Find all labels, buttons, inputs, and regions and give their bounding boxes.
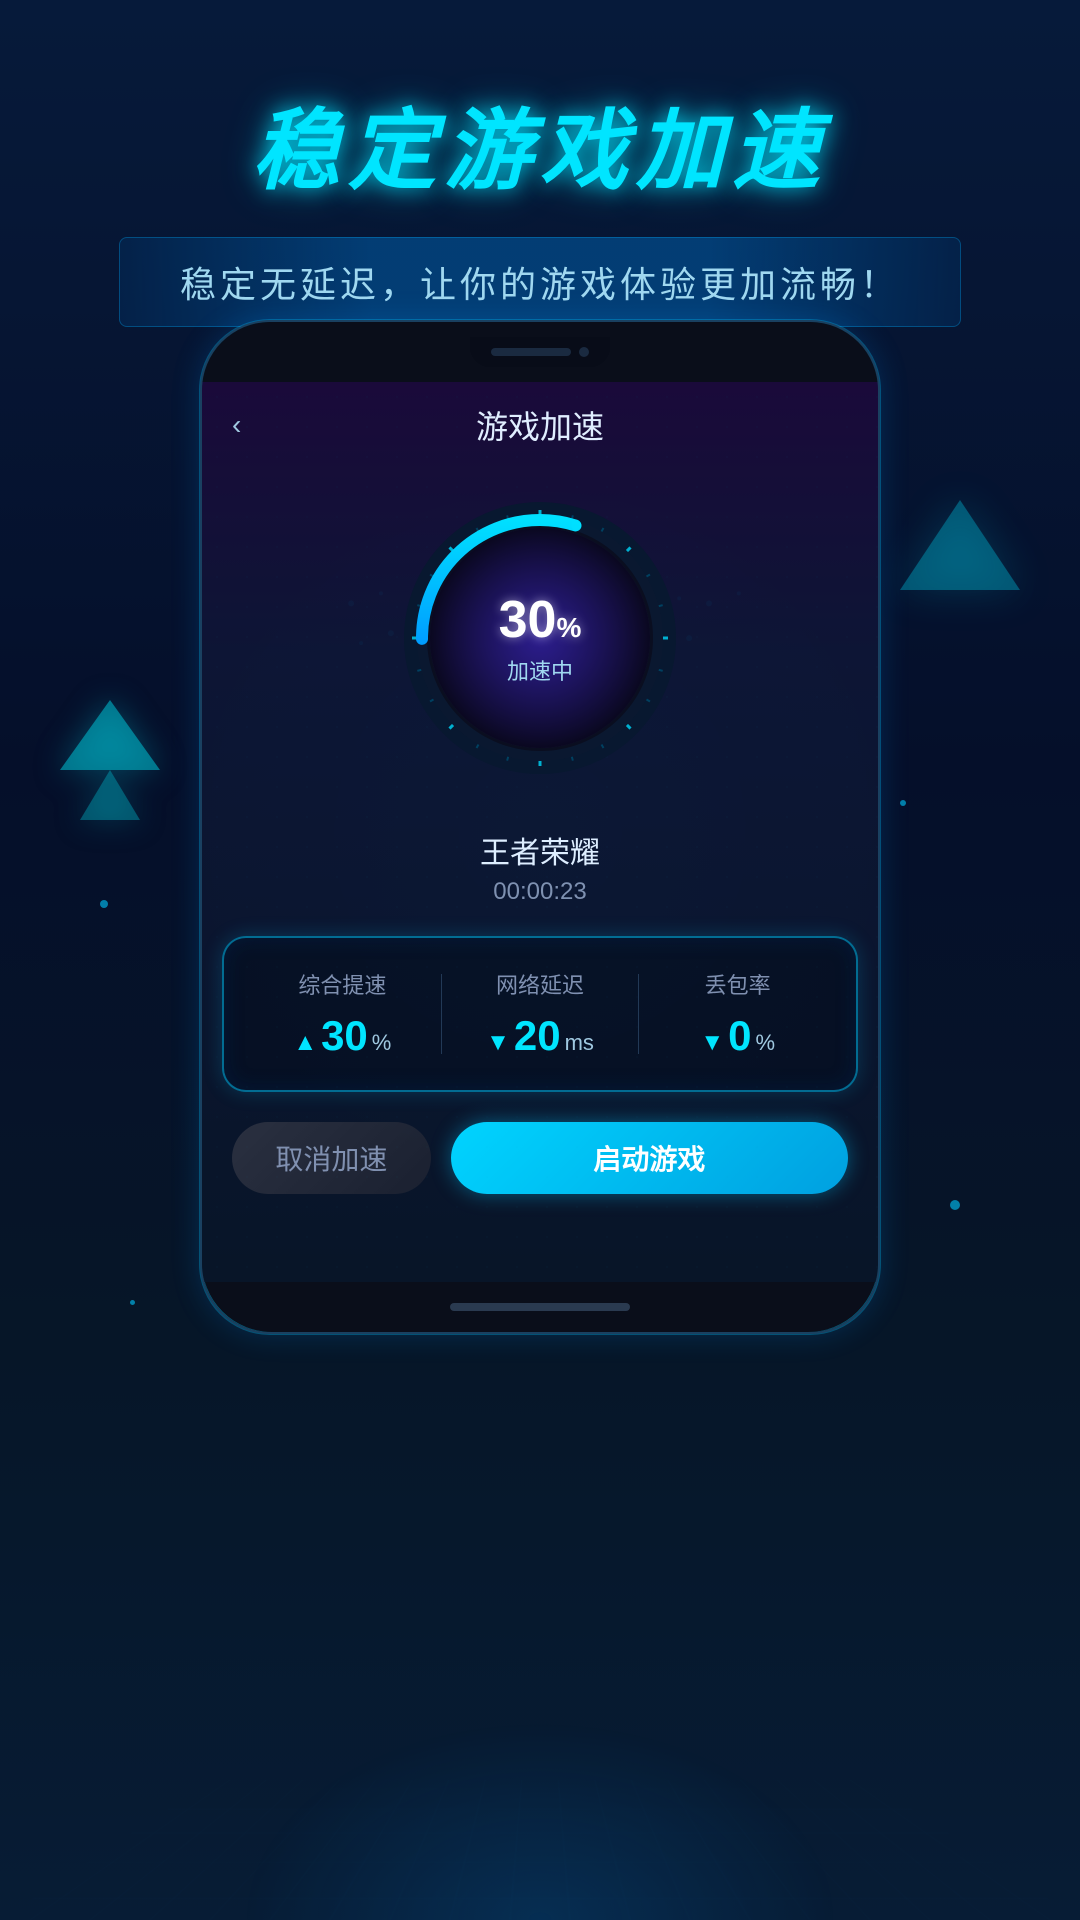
home-indicator — [202, 1282, 878, 1332]
phone-frame: ‹ 游戏加速 — [200, 320, 880, 1334]
phone-notch — [470, 337, 610, 367]
particle-3 — [950, 1200, 960, 1210]
speed-number: 30% — [499, 590, 582, 650]
title-section: 稳定游戏加速 稳定无延迟，让你的游戏体验更加流畅！ — [0, 0, 1080, 357]
phone-header: ‹ 游戏加速 — [202, 382, 878, 468]
arrow-left-decoration — [60, 700, 160, 770]
notch-bar — [491, 348, 571, 356]
back-button[interactable]: ‹ — [232, 409, 241, 441]
subtitle-text: 稳定无延迟，让你的游戏体验更加流畅！ — [180, 264, 900, 305]
particle-4 — [130, 1300, 135, 1305]
speedometer: 30% 加速中 — [390, 488, 690, 788]
background-grid — [0, 1780, 1080, 1920]
arrow-right-decoration — [900, 500, 1020, 590]
speed-status-label: 加速中 — [499, 654, 582, 686]
particle-2 — [900, 800, 906, 806]
phone-container: ‹ 游戏加速 — [200, 320, 880, 1334]
particle-1 — [100, 900, 108, 908]
speed-unit: % — [556, 612, 581, 643]
notch-dot — [579, 347, 589, 357]
speed-display: 30% 加速中 — [499, 590, 582, 686]
phone-notch-area — [202, 322, 878, 382]
speed-value: 30 — [499, 591, 557, 649]
phone-screen: ‹ 游戏加速 — [202, 382, 878, 1282]
home-bar — [450, 1303, 630, 1311]
speedometer-container: 30% 加速中 — [202, 468, 878, 818]
phone-screen-title: 游戏加速 — [476, 402, 604, 448]
subtitle-banner: 稳定无延迟，让你的游戏体验更加流畅！ — [119, 237, 961, 327]
main-title: 稳定游戏加速 — [0, 80, 1080, 207]
